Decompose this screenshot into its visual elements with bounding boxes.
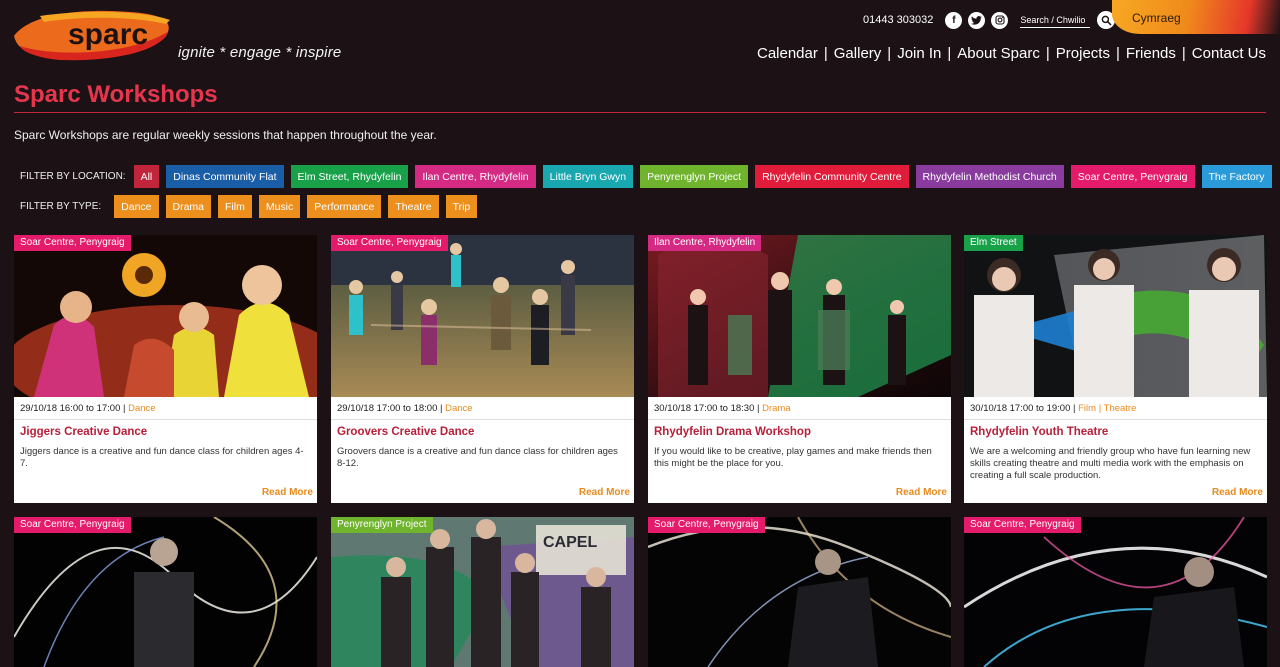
- page-title: Sparc Workshops: [14, 81, 218, 108]
- type-filter-chip[interactable]: Performance: [307, 195, 382, 218]
- card-datetime-line: 30/10/18 17:00 to 18:30 | Drama: [654, 403, 791, 414]
- workshop-card[interactable]: Soar Centre, Penygraig: [964, 517, 1267, 667]
- card-type[interactable]: Film | Theatre: [1078, 403, 1136, 414]
- workshop-card[interactable]: Ilan Centre, Rhydyfelin 30/10/18 17:00 t…: [648, 235, 951, 503]
- workshop-card[interactable]: CAPEL Penyrenglyn Project: [331, 517, 634, 667]
- workshop-photo[interactable]: [964, 235, 1267, 397]
- location-filter-chip[interactable]: Little Bryn Gwyn: [542, 165, 634, 188]
- type-filter-chip[interactable]: Film: [218, 195, 252, 218]
- card-type[interactable]: Drama: [762, 403, 791, 414]
- nav-join-in[interactable]: Join In: [897, 45, 941, 62]
- card-description: Jiggers dance is a creative and fun danc…: [20, 446, 304, 469]
- card-datetime: 30/10/18 17:00 to 19:00: [970, 403, 1071, 414]
- svg-text:sparc: sparc: [68, 18, 148, 51]
- type-filter-row: FILTER BY TYPE: Dance Drama Film Music Perfo…: [20, 195, 484, 218]
- workshop-photo[interactable]: CAPEL: [331, 517, 634, 667]
- location-filter-chip[interactable]: Dinas Community Flat: [166, 165, 284, 188]
- workshop-card[interactable]: Elm Street 30/10/18 17:00 to 19:00 | Fil…: [964, 235, 1267, 503]
- location-filter-chip[interactable]: Ilan Centre, Rhydyfelin: [415, 165, 536, 188]
- nav-contact-us[interactable]: Contact Us: [1192, 45, 1266, 62]
- language-switch[interactable]: Cymraeg: [1112, 0, 1280, 34]
- read-more-link[interactable]: Read More: [579, 487, 630, 498]
- nav-calendar[interactable]: Calendar: [757, 45, 818, 62]
- location-filter-chip[interactable]: Soar Centre, Penygraig: [1070, 165, 1195, 188]
- workshop-card[interactable]: Soar Centre, Penygraig: [14, 517, 317, 667]
- type-filter-chip[interactable]: Drama: [165, 195, 212, 218]
- card-location-tag[interactable]: Soar Centre, Penygraig: [14, 235, 131, 251]
- title-divider: [14, 112, 1266, 113]
- read-more-link[interactable]: Read More: [896, 487, 947, 498]
- top-utility-bar: 01443 303032 f: [863, 11, 1116, 29]
- card-location-tag[interactable]: Soar Centre, Penygraig: [14, 517, 131, 533]
- type-filter-label: FILTER BY TYPE:: [20, 201, 102, 212]
- card-description: We are a welcoming and friendly group wh…: [970, 446, 1251, 481]
- workshop-photo[interactable]: [14, 517, 317, 667]
- card-divider: [964, 419, 1267, 420]
- tagline: ignite * engage * inspire: [178, 44, 342, 61]
- workshop-photo[interactable]: [964, 517, 1267, 667]
- card-type[interactable]: Dance: [445, 403, 472, 414]
- card-description: If you would like to be creative, play g…: [654, 446, 932, 469]
- location-filter-chip[interactable]: Rhydyfelin Community Centre: [755, 165, 909, 188]
- main-navigation: Calendar | Gallery | Join In | About Sparc |…: [756, 45, 1266, 62]
- type-filter-chip[interactable]: Trip: [445, 195, 478, 218]
- card-datetime-line: 30/10/18 17:00 to 19:00 | Film | Theatre: [970, 403, 1137, 414]
- location-filter-chip[interactable]: Penyrenglyn Project: [640, 165, 749, 188]
- phone-number: 01443 303032: [863, 14, 934, 26]
- card-title[interactable]: Rhydyfelin Youth Theatre: [970, 426, 1108, 438]
- type-filter-chip[interactable]: Theatre: [388, 195, 439, 218]
- card-location-tag[interactable]: Elm Street: [964, 235, 1023, 251]
- card-datetime: 29/10/18 17:00 to 18:00: [337, 403, 438, 414]
- workshop-photo[interactable]: [331, 235, 634, 397]
- instagram-icon[interactable]: [991, 11, 1009, 29]
- svg-text:CAPEL: CAPEL: [543, 534, 597, 551]
- card-divider: [14, 419, 317, 420]
- card-title[interactable]: Groovers Creative Dance: [337, 426, 474, 438]
- type-filter-chip[interactable]: Dance: [114, 195, 159, 218]
- location-filter-row: FILTER BY LOCATION: All Dinas Community F…: [20, 165, 1279, 188]
- card-datetime: 30/10/18 17:00 to 18:30: [654, 403, 755, 414]
- type-filter-chip[interactable]: Music: [258, 195, 301, 218]
- card-type[interactable]: Dance: [128, 403, 155, 414]
- workshop-card[interactable]: Soar Centre, Penygraig 29/10/18 17:00 to…: [331, 235, 634, 503]
- location-filter-chip[interactable]: Rhydyfelin Methodist Church: [915, 165, 1064, 188]
- card-divider: [648, 419, 951, 420]
- nav-projects[interactable]: Projects: [1056, 45, 1110, 62]
- workshop-card[interactable]: Soar Centre, Penygraig: [648, 517, 951, 667]
- facebook-icon[interactable]: f: [945, 11, 963, 29]
- page-intro: Sparc Workshops are regular weekly sessi…: [14, 128, 437, 142]
- card-title[interactable]: Rhydyfelin Drama Workshop: [654, 426, 811, 438]
- card-datetime-line: 29/10/18 16:00 to 17:00 | Dance: [20, 403, 156, 414]
- location-filter-chip[interactable]: The Factory: [1201, 165, 1272, 188]
- card-title[interactable]: Jiggers Creative Dance: [20, 426, 147, 438]
- language-switch-label: Cymraeg: [1132, 11, 1181, 25]
- workshop-card[interactable]: Soar Centre, Penygraig 29/10/18 16:00 to…: [14, 235, 317, 503]
- workshop-photo[interactable]: [648, 235, 951, 397]
- card-location-tag[interactable]: Ilan Centre, Rhydyfelin: [648, 235, 762, 251]
- card-location-tag[interactable]: Soar Centre, Penygraig: [964, 517, 1081, 533]
- twitter-icon[interactable]: [968, 11, 986, 29]
- site-logo[interactable]: sparc: [10, 6, 172, 62]
- nav-friends[interactable]: Friends: [1126, 45, 1176, 62]
- card-datetime: 29/10/18 16:00 to 17:00: [20, 403, 121, 414]
- location-filter-label: FILTER BY LOCATION:: [20, 171, 126, 182]
- nav-about-sparc[interactable]: About Sparc: [957, 45, 1040, 62]
- workshop-photo[interactable]: [648, 517, 951, 667]
- location-filter-chip[interactable]: All: [133, 165, 160, 188]
- location-filter-chip[interactable]: Elm Street, Rhydyfelin: [290, 165, 409, 188]
- card-location-tag[interactable]: Soar Centre, Penygraig: [648, 517, 765, 533]
- card-location-tag[interactable]: Soar Centre, Penygraig: [331, 235, 448, 251]
- search-input[interactable]: [1020, 12, 1091, 28]
- card-description: Groovers dance is a creative and fun dan…: [337, 446, 618, 469]
- workshop-photo[interactable]: [14, 235, 317, 397]
- read-more-link[interactable]: Read More: [1212, 487, 1263, 498]
- nav-gallery[interactable]: Gallery: [834, 45, 882, 62]
- card-location-tag[interactable]: Penyrenglyn Project: [331, 517, 433, 533]
- read-more-link[interactable]: Read More: [262, 487, 313, 498]
- card-datetime-line: 29/10/18 17:00 to 18:00 | Dance: [337, 403, 473, 414]
- card-divider: [331, 419, 634, 420]
- search-area: [1020, 11, 1116, 29]
